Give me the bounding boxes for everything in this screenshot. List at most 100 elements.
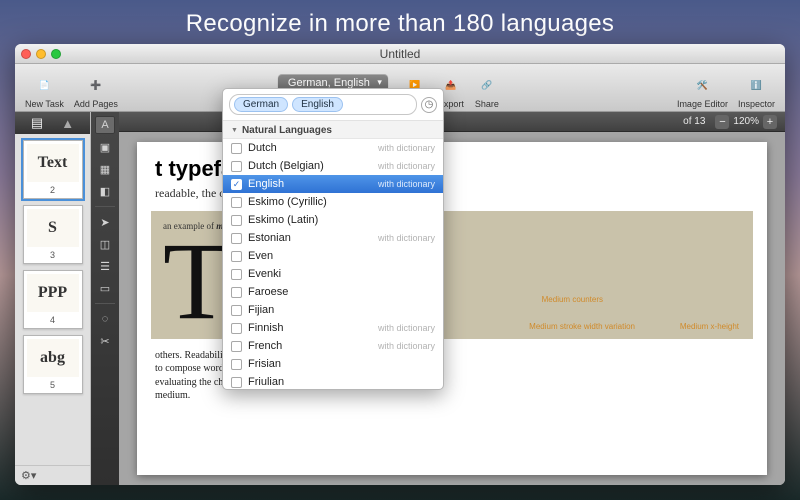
zoom-in-button[interactable]: + xyxy=(763,115,777,129)
language-option[interactable]: Fijian xyxy=(223,301,443,319)
language-label: Even xyxy=(248,250,435,262)
language-option[interactable]: Finnish with dictionary xyxy=(223,319,443,337)
language-label: Frisian xyxy=(248,358,435,370)
pointer-tool-icon[interactable]: ➤ xyxy=(95,213,115,231)
sidebar: ▤ ▲ Text2 S3 PPP4 abg5 ⚙︎▾ xyxy=(15,112,91,485)
page-indicator: of 13 xyxy=(683,116,705,127)
new-task-label: New Task xyxy=(25,99,64,109)
close-icon[interactable] xyxy=(21,49,31,59)
eraser-tool-icon[interactable]: ◌ xyxy=(95,310,115,328)
zoom-level: 120% xyxy=(733,116,759,127)
annotation: Medium x-height xyxy=(680,322,739,331)
language-option[interactable]: Frisian xyxy=(223,355,443,373)
hero-headline: Recognize in more than 180 languages xyxy=(0,0,800,44)
annotation: Medium stroke width variation xyxy=(529,322,635,331)
language-label: Fijian xyxy=(248,304,435,316)
language-option[interactable]: Eskimo (Cyrillic) xyxy=(223,193,443,211)
checkbox-icon[interactable] xyxy=(231,197,242,208)
dictionary-badge: with dictionary xyxy=(378,233,435,243)
new-task-button[interactable]: 📄 New Task xyxy=(23,72,66,109)
sidebar-tabs: ▤ ▲ xyxy=(15,112,90,134)
dictionary-badge: with dictionary xyxy=(378,161,435,171)
document-viewport[interactable]: t typeface for text? readable, the opera… xyxy=(119,132,785,485)
titlebar: Untitled xyxy=(15,44,785,64)
crop-tool-icon[interactable]: ✂ xyxy=(95,332,115,350)
image-editor-button[interactable]: 🛠️ Image Editor xyxy=(675,72,730,109)
gear-icon[interactable]: ⚙︎▾ xyxy=(21,469,36,482)
checkbox-icon[interactable] xyxy=(231,161,242,172)
new-task-icon: 📄 xyxy=(31,72,57,98)
language-label: Faroese xyxy=(248,286,435,298)
minimize-icon[interactable] xyxy=(36,49,46,59)
checkbox-icon[interactable] xyxy=(231,179,242,190)
zoom-icon[interactable] xyxy=(51,49,61,59)
add-part-tool-icon[interactable]: ◫ xyxy=(95,235,115,253)
language-option[interactable]: Estonianwith dictionary xyxy=(223,229,443,247)
checkbox-icon[interactable] xyxy=(231,377,242,388)
checkbox-icon[interactable] xyxy=(231,359,242,370)
share-label: Share xyxy=(475,99,499,109)
language-option[interactable]: Dutch (Belgian) with dictionary xyxy=(223,157,443,175)
language-option[interactable]: Evenki xyxy=(223,265,443,283)
language-list[interactable]: Dutchwith dictionaryDutch (Belgian)with … xyxy=(223,139,443,389)
add-pages-button[interactable]: ➕ Add Pages xyxy=(72,72,120,109)
dictionary-badge: with dictionary xyxy=(378,323,435,333)
main-area: of 13 − 120% + t typeface for text? read… xyxy=(119,112,785,485)
zoom-out-button[interactable]: − xyxy=(715,115,729,129)
add-pages-label: Add Pages xyxy=(74,99,118,109)
language-label: Dutch (Belgian) xyxy=(248,160,372,172)
table-area-tool-icon[interactable]: ▦ xyxy=(95,160,115,178)
thumbnails-tab-icon[interactable]: ▤ xyxy=(31,115,43,131)
language-pill[interactable]: German xyxy=(234,97,288,112)
thumbnail[interactable]: PPP4 xyxy=(23,270,83,329)
checkbox-icon[interactable] xyxy=(231,323,242,334)
checkbox-icon[interactable] xyxy=(231,305,242,316)
dropdown-header: German English ◷ xyxy=(223,89,443,121)
language-label: Finnish xyxy=(248,322,372,334)
sidebar-footer: ⚙︎▾ xyxy=(15,465,90,485)
inspector-label: Inspector xyxy=(738,99,775,109)
thumbnail[interactable]: Text2 xyxy=(23,140,83,199)
language-option[interactable]: Friulian xyxy=(223,373,443,389)
share-button[interactable]: 🔗 Share xyxy=(472,72,502,109)
inspector-button[interactable]: ℹ️ Inspector xyxy=(736,72,777,109)
language-label: English xyxy=(248,178,372,190)
checkbox-icon[interactable] xyxy=(231,251,242,262)
delete-tool-icon[interactable]: ▭ xyxy=(95,279,115,297)
order-tool-icon[interactable]: ☰ xyxy=(95,257,115,275)
language-option[interactable]: English with dictionary xyxy=(223,175,443,193)
checkbox-icon[interactable] xyxy=(231,269,242,280)
checkbox-icon[interactable] xyxy=(231,233,242,244)
dropdown-section-header[interactable]: Natural Languages xyxy=(223,121,443,139)
background-area-tool-icon[interactable]: ◧ xyxy=(95,182,115,200)
checkbox-icon[interactable] xyxy=(231,215,242,226)
selected-languages-field[interactable]: German English xyxy=(229,94,417,115)
thumbnail[interactable]: abg5 xyxy=(23,335,83,394)
language-option[interactable]: Eskimo (Latin) xyxy=(223,211,443,229)
checkbox-icon[interactable] xyxy=(231,341,242,352)
language-option[interactable]: Dutchwith dictionary xyxy=(223,139,443,157)
dictionary-badge: with dictionary xyxy=(378,179,435,189)
share-icon: 🔗 xyxy=(474,72,500,98)
image-area-tool-icon[interactable]: ▣ xyxy=(95,138,115,156)
annotation: Medium counters xyxy=(542,295,603,304)
image-editor-icon: 🛠️ xyxy=(689,72,715,98)
recent-languages-icon[interactable]: ◷ xyxy=(421,97,437,113)
checkbox-icon[interactable] xyxy=(231,287,242,298)
language-dropdown[interactable]: German English ◷ Natural Languages Dutch… xyxy=(222,88,444,390)
dictionary-badge: with dictionary xyxy=(378,341,435,351)
window-title: Untitled xyxy=(15,47,785,61)
warnings-tab-icon[interactable]: ▲ xyxy=(61,116,74,131)
language-option[interactable]: Faroese xyxy=(223,283,443,301)
thumbnail[interactable]: S3 xyxy=(23,205,83,264)
add-pages-icon: ➕ xyxy=(83,72,109,98)
checkbox-icon[interactable] xyxy=(231,143,242,154)
tool-palette: A ▣ ▦ ◧ ➤ ◫ ☰ ▭ ◌ ✂ xyxy=(91,112,119,485)
thumbnails-list[interactable]: Text2 S3 PPP4 abg5 xyxy=(15,134,90,465)
language-option[interactable]: Even xyxy=(223,247,443,265)
language-pill[interactable]: English xyxy=(292,97,343,112)
text-area-tool-icon[interactable]: A xyxy=(95,116,115,134)
language-option[interactable]: Frenchwith dictionary xyxy=(223,337,443,355)
language-label: Dutch xyxy=(248,142,372,154)
info-bar: of 13 − 120% + xyxy=(119,112,785,132)
